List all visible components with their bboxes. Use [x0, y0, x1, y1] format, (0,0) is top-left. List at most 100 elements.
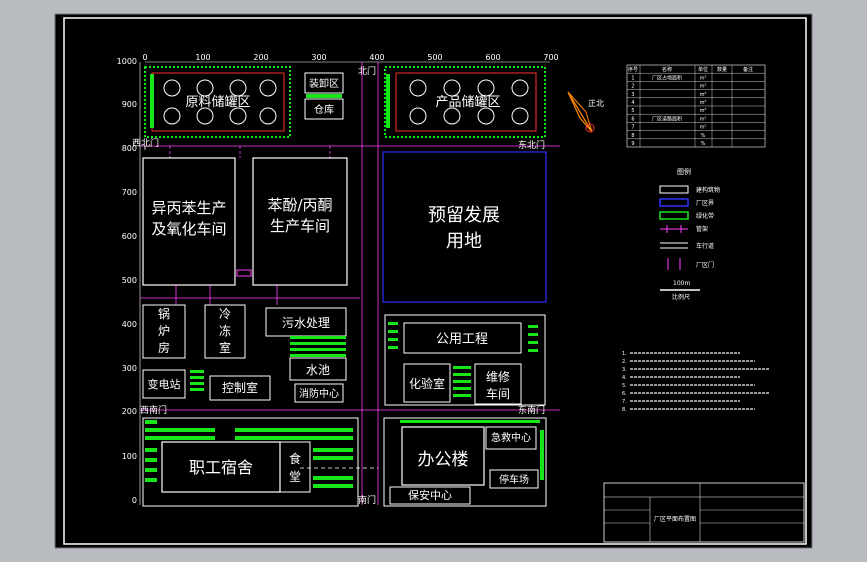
table-cell: 4 — [631, 100, 634, 106]
x-tick: 700 — [543, 53, 558, 62]
x-tick: 300 — [311, 53, 326, 62]
phenol-label-1: 苯酚/丙酮 — [267, 196, 332, 214]
legend-item: 绿化带 — [696, 212, 714, 220]
table-header: 序号 — [628, 66, 638, 73]
warehouse-label: 仓库 — [314, 103, 334, 116]
y-tick: 700 — [122, 188, 137, 197]
table-cell: m² — [700, 125, 707, 131]
boiler-label-2: 炉 — [158, 324, 170, 338]
raw-tank-label: 原料储罐区 — [185, 95, 250, 110]
canteen-label-2: 堂 — [289, 470, 301, 484]
phenol-label-2: 生产车间 — [270, 217, 330, 235]
note-line: 4. — [622, 375, 627, 381]
security-label: 保安中心 — [408, 488, 452, 502]
y-tick: 0 — [132, 496, 137, 505]
table-cell: m² — [700, 100, 707, 106]
x-tick: 400 — [369, 53, 384, 62]
note-line: 6. — [622, 391, 627, 397]
legend-title: 图例 — [677, 167, 691, 176]
north-gate-label: 北门 — [358, 65, 376, 77]
table-header: 名称 — [662, 66, 672, 73]
freezer-label-1: 冷 — [219, 307, 231, 321]
note-line: 3. — [622, 367, 627, 373]
y-tick: 900 — [122, 100, 137, 109]
dorm-label: 职工宿舍 — [189, 458, 253, 477]
loading-label: 装卸区 — [309, 77, 339, 90]
legend-item: 车行道 — [696, 242, 714, 250]
compass-label: 正北 — [588, 99, 604, 108]
office-label: 办公楼 — [418, 450, 469, 470]
y-tick: 500 — [122, 276, 137, 285]
table-header: 数量 — [717, 66, 727, 73]
note-line: 8. — [622, 407, 627, 413]
repair-label-2: 车间 — [486, 386, 510, 401]
freezer-label-2: 冻 — [219, 323, 231, 338]
lab-label: 化验室 — [409, 376, 445, 391]
table-cell: 1 — [631, 75, 634, 81]
fire-label: 消防中心 — [299, 387, 339, 400]
sewage-label: 污水处理 — [282, 316, 330, 330]
table-cell: 8 — [631, 133, 634, 139]
southeast-gate-label: 东南门 — [518, 404, 545, 416]
rescue-label: 急救中心 — [491, 431, 531, 444]
x-tick: 600 — [485, 53, 500, 62]
table-header: 备注 — [743, 66, 753, 73]
table-cell: m² — [700, 108, 707, 114]
legend-item: 建构筑物 — [696, 186, 720, 194]
cumene-label-1: 异丙苯生产 — [151, 199, 226, 217]
note-line: 2. — [622, 359, 627, 365]
boiler-label-1: 锅 — [158, 306, 170, 321]
pool-label: 水池 — [306, 363, 330, 377]
repair-label-1: 维修 — [486, 369, 510, 384]
y-tick: 200 — [122, 407, 137, 416]
table-cell: 7 — [631, 125, 634, 131]
table-cell: m² — [700, 75, 707, 81]
table-cell: % — [701, 133, 706, 139]
table-header: 单位 — [698, 66, 708, 73]
x-tick: 200 — [253, 53, 268, 62]
reserve-label-2: 用地 — [446, 231, 482, 252]
control-label: 控制室 — [222, 380, 258, 395]
southwest-gate-label: 西南门 — [140, 404, 167, 416]
utility-label: 公用工程 — [436, 332, 488, 347]
scale-value: 100m — [673, 280, 690, 287]
y-tick: 100 — [122, 452, 137, 461]
x-tick: 500 — [427, 53, 442, 62]
substation-label: 变电站 — [148, 377, 181, 391]
table-cell: m² — [700, 92, 707, 98]
cumene-label-2: 及氧化车间 — [151, 220, 226, 238]
table-cell: m² — [700, 84, 707, 90]
freezer-label-3: 室 — [219, 340, 231, 355]
table-cell: m² — [700, 116, 707, 122]
x-tick: 0 — [142, 53, 147, 62]
boiler-label-3: 房 — [158, 340, 170, 355]
note-line: 7. — [622, 399, 627, 405]
northwest-gate-label: 西北门 — [132, 137, 159, 149]
y-tick: 300 — [122, 364, 137, 373]
table-cell: 5 — [631, 108, 634, 114]
legend-item: 管架 — [696, 225, 708, 233]
table-cell: 厂区占地面积 — [652, 74, 682, 81]
canteen-label-1: 食 — [289, 451, 301, 466]
reserve-label-1: 预留发展 — [428, 205, 500, 226]
legend-item: 厂区界 — [696, 200, 714, 207]
x-tick: 100 — [195, 53, 210, 62]
table-cell: 2 — [631, 84, 634, 90]
table-cell: 厂区道路面积 — [652, 115, 682, 122]
northeast-gate-label: 东北门 — [518, 139, 545, 151]
note-line: 1. — [622, 351, 627, 357]
green-belt — [306, 94, 342, 98]
y-tick: 400 — [122, 320, 137, 329]
product-tank-label: 产品储罐区 — [435, 95, 500, 110]
note-line: 5. — [622, 383, 627, 389]
drawing-name: 厂区平面布置图 — [654, 515, 696, 523]
site-plan-drawing: 0 100 200 300 400 500 600 700 100 0 900 8… — [54, 13, 813, 549]
table-cell: 6 — [631, 116, 634, 122]
south-gate-label: 南门 — [358, 494, 376, 506]
scale-label: 比例尺 — [672, 293, 690, 301]
table-cell: 3 — [631, 92, 634, 98]
table-cell: 9 — [631, 141, 634, 147]
y-tick: 600 — [122, 232, 137, 241]
table-cell: % — [701, 141, 706, 147]
parking-label: 停车场 — [499, 473, 529, 486]
